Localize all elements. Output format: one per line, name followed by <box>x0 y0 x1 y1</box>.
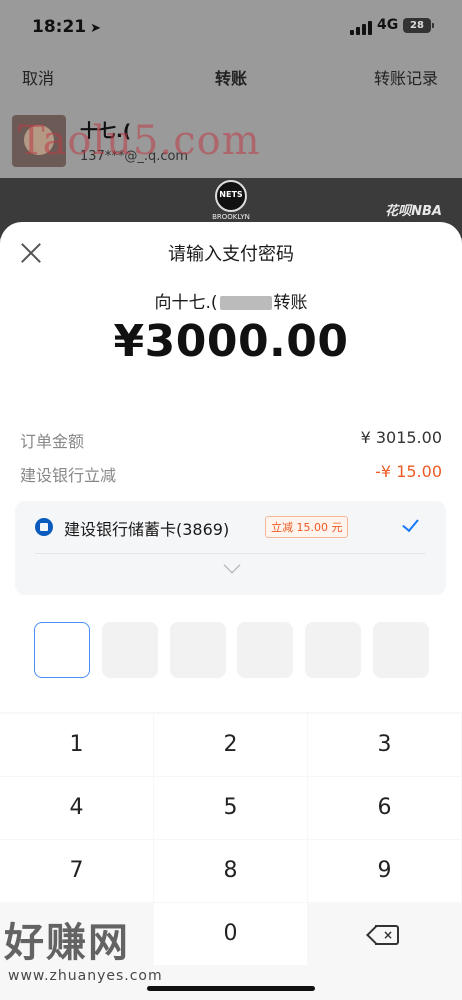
transfer-suffix: 转账 <box>273 293 308 313</box>
watermark-bottom: 好赚网 <box>4 920 130 966</box>
card-discount-badge: 立减 15.00 元 <box>265 516 349 538</box>
battery-icon: 28 <box>403 18 431 33</box>
watermark-url: www.zhuanyes.com <box>8 968 163 984</box>
pin-box[interactable] <box>237 622 293 678</box>
location-arrow-icon: ➤ <box>90 21 102 36</box>
redacted-name-mask <box>219 296 272 310</box>
time-text: 18:21 <box>32 17 87 37</box>
backspace-icon: × <box>366 925 400 945</box>
pin-box[interactable] <box>102 622 158 678</box>
card-name: 建设银行储蓄卡(3869) <box>64 520 230 539</box>
discount-label: 建设银行立减 <box>20 466 117 485</box>
nets-logo-text: NETS <box>215 180 247 212</box>
key-4[interactable]: 4 <box>0 777 153 839</box>
nets-logo-icon: NETS BROOKLYN <box>212 180 250 226</box>
key-7[interactable]: 7 <box>0 840 153 902</box>
key-2[interactable]: 2 <box>154 714 307 776</box>
home-indicator[interactable] <box>147 986 315 991</box>
transfer-amount: ¥3000.00 <box>113 316 349 367</box>
signal-icon <box>350 21 372 35</box>
pin-box[interactable] <box>373 622 429 678</box>
transfer-recipient: 向十七.( 转账 <box>0 288 462 313</box>
delete-button[interactable]: × <box>308 903 461 965</box>
payment-method-panel[interactable]: 建设银行储蓄卡(3869) 立减 15.00 元 <box>15 501 446 595</box>
background-nav: 取消 转账 转账记录 <box>0 60 462 90</box>
pin-box[interactable] <box>305 622 361 678</box>
checkmark-icon <box>402 515 420 533</box>
battery-tip <box>432 23 434 28</box>
status-bar: 18:21 ➤ 4G 28 <box>0 0 462 52</box>
order-amount-row: 订单金额 ¥ 3015.00 <box>20 428 442 452</box>
key-0[interactable]: 0 <box>154 903 307 965</box>
transfer-prefix: 向十七.( <box>154 293 218 313</box>
discount-value: -¥ 15.00 <box>375 462 442 481</box>
order-amount-label: 订单金额 <box>20 432 85 451</box>
pin-box[interactable] <box>170 622 226 678</box>
network-type: 4G <box>377 17 399 33</box>
pin-box[interactable] <box>34 622 90 678</box>
key-6[interactable]: 6 <box>308 777 461 839</box>
nets-logo-subtext: BROOKLYN <box>212 213 250 221</box>
discount-row: 建设银行立减 -¥ 15.00 <box>20 462 442 486</box>
divider <box>35 553 426 554</box>
status-time: 18:21 ➤ <box>32 17 101 37</box>
bg-records-link: 转账记录 <box>373 69 438 88</box>
key-9[interactable]: 9 <box>308 840 461 902</box>
key-8[interactable]: 8 <box>154 840 307 902</box>
huabei-nba-tag: 花呗NBA <box>385 204 442 219</box>
chevron-down-icon[interactable] <box>223 556 241 574</box>
watermark-top: Taolu5.com <box>18 118 261 164</box>
key-5[interactable]: 5 <box>154 777 307 839</box>
password-input[interactable] <box>34 622 430 678</box>
order-amount-value: ¥ 3015.00 <box>360 428 442 447</box>
key-3[interactable]: 3 <box>308 714 461 776</box>
sheet-title: 请输入支付密码 <box>168 244 294 265</box>
ccb-bank-icon <box>35 518 53 536</box>
key-1[interactable]: 1 <box>0 714 153 776</box>
background-app: 18:21 ➤ 4G 28 取消 转账 转账记录 十七.( 137***@_.q.… <box>0 0 462 200</box>
